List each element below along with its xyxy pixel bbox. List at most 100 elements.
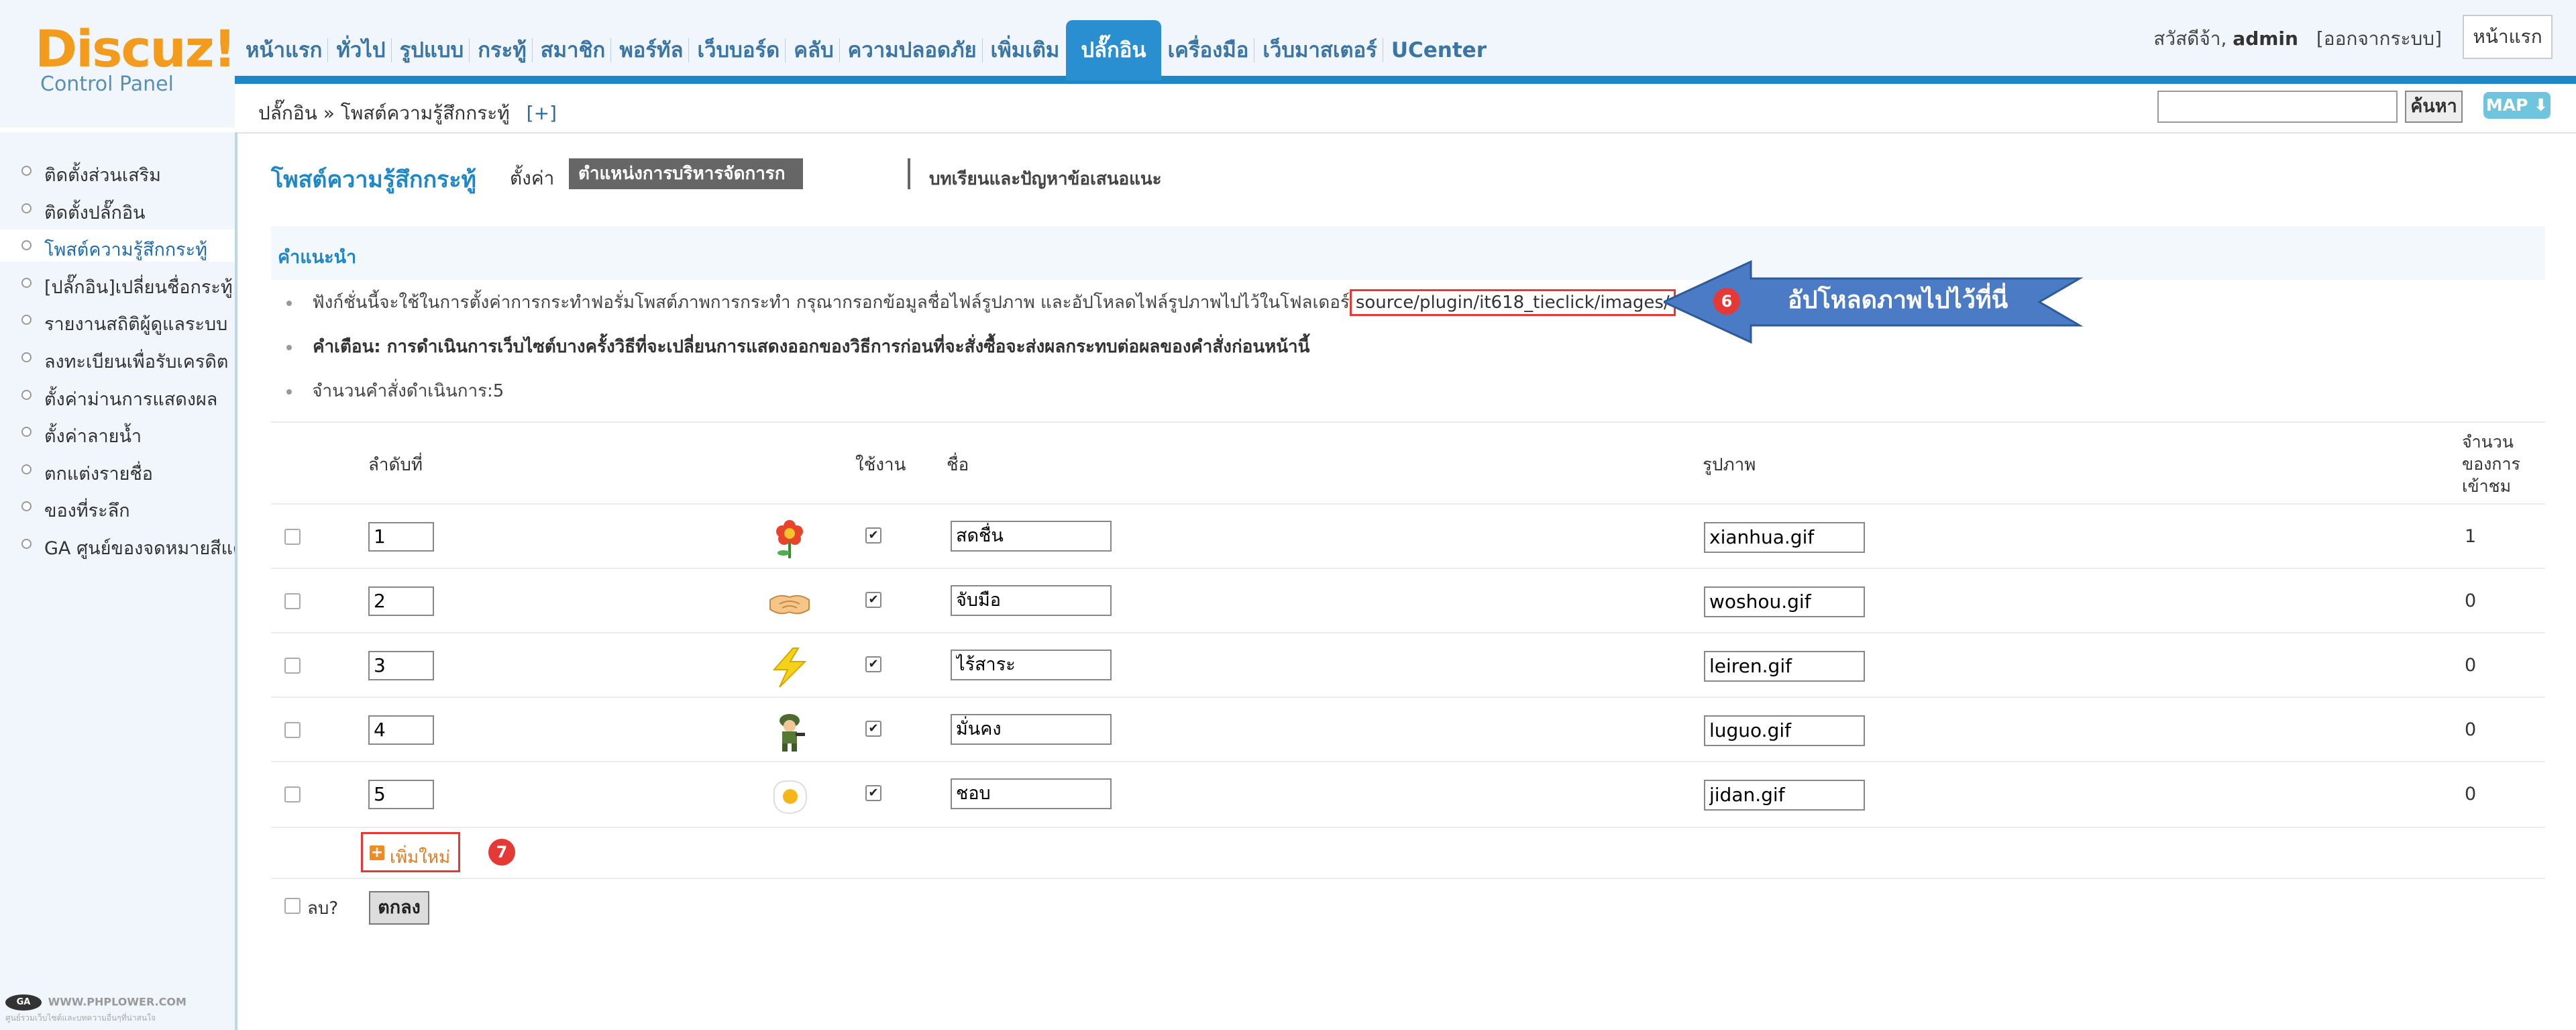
sidebar-item-1[interactable]: ติดตั้งปลั๊กอิน	[0, 193, 235, 225]
breadcrumb-text[interactable]: ปลั๊กอิน » โพสต์ความรู้สึกกระทู้	[258, 102, 510, 124]
nav-item-label: เครื่องมือ	[1167, 38, 1249, 62]
nav-item-3[interactable]: กระทู้	[474, 20, 537, 81]
enabled-checkbox[interactable]: ✔	[865, 721, 881, 737]
table-row: ✔0	[271, 761, 2545, 827]
nav-item-9[interactable]: เพิ่มเติม	[987, 20, 1064, 81]
username[interactable]: admin	[2233, 28, 2298, 50]
sidebar-item-label: ติดตั้งส่วนเสริม	[44, 165, 161, 186]
row-select-checkbox[interactable]	[284, 658, 301, 674]
logout-link[interactable]: [ออกจากระบบ]	[2316, 28, 2442, 50]
nav-separator	[531, 38, 533, 62]
order-input[interactable]	[368, 780, 434, 809]
nav-item-12[interactable]: เว็บมาสเตอร์	[1258, 20, 1387, 81]
name-input[interactable]	[951, 714, 1112, 745]
bullet-icon	[21, 427, 32, 437]
page-title: โพสต์ความรู้สึกกระทู้	[271, 166, 476, 193]
nav-item-0[interactable]: หน้าแรก	[241, 20, 332, 81]
sidebar-item-2[interactable]: โพสต์ความรู้สึกกระทู้	[0, 229, 235, 262]
footer-logo-text: WWW.PHPLOWER.COM	[48, 995, 186, 1009]
nav-item-1[interactable]: ทั่วไป	[332, 20, 395, 81]
sidebar-item-9[interactable]: ของที่ระลึก	[0, 491, 235, 523]
order-input[interactable]	[368, 715, 434, 745]
nav-item-4[interactable]: สมาชิก	[537, 20, 616, 81]
enabled-checkbox[interactable]: ✔	[865, 785, 881, 801]
handshake-icon	[767, 582, 812, 624]
tip-line-2: คำเตือน: การดำเนินการเว็บไซต์บางครั้งวิธ…	[286, 333, 1309, 360]
image-file-input[interactable]	[1704, 715, 1865, 746]
name-input[interactable]	[951, 778, 1112, 809]
home-button[interactable]: หน้าแรก	[2463, 15, 2553, 59]
nav-item-label: ปลั๊กอิน	[1081, 38, 1146, 62]
name-input[interactable]	[951, 585, 1112, 616]
sidebar-item-0[interactable]: ติดตั้งส่วนเสริม	[0, 155, 235, 187]
enabled-checkbox[interactable]: ✔	[865, 656, 881, 672]
sidebar-item-label: โพสต์ความรู้สึกกระทู้	[44, 240, 207, 261]
sidebar-item-4[interactable]: รายงานสถิติผู้ดูแลระบบ	[0, 304, 235, 336]
image-file-input[interactable]	[1704, 586, 1865, 617]
breadcrumb-plus-link[interactable]: [+]	[527, 102, 557, 124]
search-button[interactable]: ค้นหา	[2405, 91, 2463, 123]
table-bottom-divider	[271, 878, 2545, 879]
order-input[interactable]	[368, 586, 434, 616]
nav-item-8[interactable]: ความปลอดภัย	[844, 20, 987, 81]
view-count: 0	[2465, 655, 2477, 676]
lightning-icon	[767, 647, 812, 688]
row-select-checkbox[interactable]	[284, 593, 301, 609]
nav-item-6[interactable]: เว็บบอร์ด	[693, 20, 790, 81]
nav-item-13[interactable]: UCenter	[1387, 20, 1491, 81]
delete-checkbox[interactable]	[284, 898, 301, 914]
order-input[interactable]	[368, 522, 434, 552]
nav-item-7[interactable]: คลับ	[790, 20, 843, 81]
map-button[interactable]: MAP ⬇	[2483, 92, 2551, 119]
tip-line-1-text: ฟังก์ชั่นนี้จะใช้ในการตั้งค่าการกระทำฟอร…	[312, 293, 1350, 313]
row-select-checkbox[interactable]	[284, 722, 301, 738]
logo-subtitle: Control Panel	[40, 72, 174, 96]
row-select-checkbox[interactable]	[284, 529, 301, 545]
nav-separator	[469, 38, 470, 62]
nav-item-label: เว็บมาสเตอร์	[1263, 38, 1377, 62]
sidebar-item-label: ลงทะเบียนเพื่อรับเครดิต	[44, 352, 229, 372]
view-count: 0	[2465, 784, 2477, 805]
sidebar-item-3[interactable]: [ปลั๊กอิน]เปลี่ยนชื่อกระทู้	[0, 267, 235, 299]
footer-logo: GA WWW.PHPLOWER.COM ศูนย์รวมเว็บไซต์และบ…	[5, 994, 186, 1025]
nav-item-label: ความปลอดภัย	[847, 38, 977, 62]
sidebar-item-7[interactable]: ตั้งค่าลายน้ำ	[0, 416, 235, 448]
submit-button[interactable]: ตกลง	[369, 891, 429, 925]
enabled-checkbox[interactable]: ✔	[865, 527, 881, 544]
greeting: สวัสดีจ้า,	[2153, 28, 2227, 50]
breadcrumb: ปลั๊กอิน » โพสต์ความรู้สึกกระทู้ [+]	[258, 99, 557, 128]
add-new-button[interactable]: + เพิ่มใหม่	[361, 832, 460, 872]
enabled-checkbox[interactable]: ✔	[865, 592, 881, 608]
sidebar-item-6[interactable]: ตั้งค่าม่านการแสดงผล	[0, 379, 235, 411]
view-count: 0	[2465, 719, 2477, 740]
row-select-checkbox[interactable]	[284, 786, 301, 803]
tips-title: คำแนะนำ	[278, 247, 357, 268]
soldier-icon	[767, 711, 812, 753]
name-input[interactable]	[951, 521, 1112, 552]
image-file-input[interactable]	[1704, 522, 1865, 553]
tip-line-3: จำนวนคำสั่งดำเนินการ:5	[286, 377, 504, 405]
sidebar-item-5[interactable]: ลงทะเบียนเพื่อรับเครดิต	[0, 342, 235, 374]
nav-item-label: พอร์ทัล	[619, 38, 684, 62]
nav-item-11[interactable]: เครื่องมือ	[1164, 20, 1259, 81]
image-file-input[interactable]	[1704, 651, 1865, 682]
search-input[interactable]	[2157, 91, 2398, 123]
nav-item-2[interactable]: รูปแบบ	[396, 20, 474, 81]
order-input[interactable]	[368, 651, 434, 680]
logo[interactable]: Discuz! Control Panel	[0, 0, 236, 127]
tab-admin-position[interactable]: ตำแหน่งการบริหารจัดการก	[569, 158, 803, 189]
tab-lessons-feedback[interactable]: บทเรียนและปัญหาข้อเสนอแนะ	[929, 165, 1162, 193]
flower-icon	[767, 518, 812, 560]
bullet-icon	[21, 539, 32, 549]
annotation-arrow-text: อัปโหลดภาพไปไว้ที่นี่	[1788, 287, 2008, 314]
tip-line-1: ฟังก์ชั่นนี้จะใช้ในการตั้งค่าการกระทำฟอร…	[286, 289, 1676, 316]
image-file-input[interactable]	[1704, 780, 1865, 811]
sidebar-item-8[interactable]: ตกแต่งรายชื่อ	[0, 454, 235, 486]
nav-item-label: คลับ	[794, 38, 834, 62]
nav-item-10[interactable]: ปลั๊กอิน	[1066, 20, 1161, 81]
name-input[interactable]	[951, 650, 1112, 680]
sidebar-item-10[interactable]: GA ศูนย์ของจดหมายสีแดง	[0, 528, 235, 560]
nav-item-5[interactable]: พอร์ทัล	[615, 20, 693, 81]
nav-item-label: สมาชิก	[540, 38, 606, 62]
user-info: สวัสดีจ้า, admin [ออกจากระบบ]	[2153, 24, 2442, 54]
